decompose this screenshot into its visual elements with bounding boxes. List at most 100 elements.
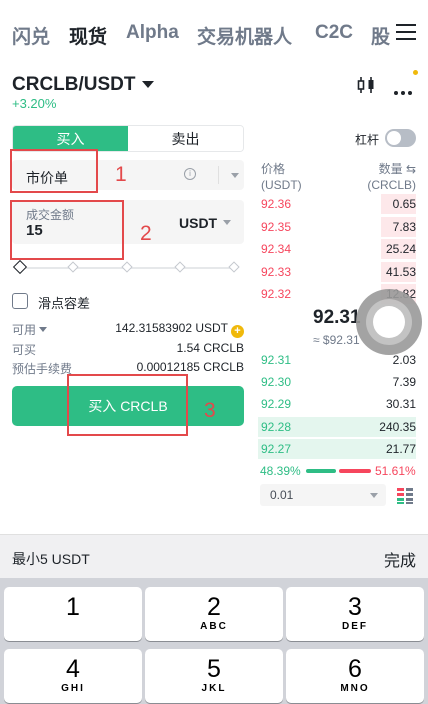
key-1[interactable]: 1 bbox=[4, 587, 142, 641]
ask-price: 92.33 bbox=[261, 265, 292, 279]
amount-unit-select[interactable]: USDT bbox=[179, 215, 217, 231]
price-change: +3.20% bbox=[12, 96, 57, 111]
leverage-toggle[interactable] bbox=[385, 129, 416, 147]
orderbook-layout-icon[interactable] bbox=[396, 487, 414, 505]
ask-row[interactable]: 92.34 25.24 bbox=[258, 239, 416, 259]
bid-qty: 2.03 bbox=[392, 353, 416, 367]
notification-dot bbox=[413, 70, 418, 75]
tab-alpha[interactable]: Alpha bbox=[126, 22, 179, 44]
slider-step[interactable] bbox=[121, 261, 133, 273]
last-price: 92.31 bbox=[313, 307, 361, 328]
buy-ratio: 48.39% bbox=[260, 464, 301, 478]
bid-qty: 7.39 bbox=[392, 375, 416, 389]
top-tab-bar: 闪兑 现货 Alpha 交易机器人 C2C 股 bbox=[0, 0, 428, 64]
can-buy-row: 可买 1.54 CRCLB bbox=[12, 341, 244, 357]
slider-handle[interactable] bbox=[12, 259, 28, 275]
slider-step[interactable] bbox=[67, 261, 79, 273]
bid-qty: 240.35 bbox=[379, 420, 416, 434]
keyboard-toolbar: 最小5 USDT 完成 bbox=[0, 534, 428, 578]
tab-trading-bots[interactable]: 交易机器人 bbox=[197, 22, 292, 49]
buy-sell-switch: 买入 卖出 bbox=[12, 125, 244, 152]
slider-step[interactable] bbox=[174, 261, 186, 273]
annotation-number-1: 1 bbox=[115, 163, 127, 186]
ask-row[interactable]: 92.35 7.83 bbox=[258, 217, 416, 237]
ask-price: 92.35 bbox=[261, 220, 292, 234]
slider-step[interactable] bbox=[228, 261, 240, 273]
amount-unit: USDT bbox=[179, 215, 218, 231]
tab-spot[interactable]: 现货 bbox=[69, 22, 107, 49]
sell-tab[interactable]: 卖出 bbox=[128, 126, 243, 151]
available-value: 142.31583902 USDT + bbox=[115, 321, 244, 338]
can-buy-label: 可买 bbox=[12, 343, 37, 357]
ask-qty: 41.53 bbox=[385, 265, 416, 279]
annotation-number-2: 2 bbox=[140, 222, 152, 245]
floating-assistive-button[interactable] bbox=[356, 289, 422, 355]
quantity-header[interactable]: 数量 ⇆ (CRCLB) bbox=[367, 161, 416, 193]
ask-price: 92.32 bbox=[261, 287, 292, 301]
caret-down-icon bbox=[39, 327, 48, 332]
caret-down-icon bbox=[231, 173, 239, 178]
annotation-box-2 bbox=[10, 200, 124, 260]
tab-convert[interactable]: 闪兑 bbox=[12, 22, 50, 49]
caret-down-icon bbox=[223, 220, 231, 225]
info-icon[interactable]: i bbox=[184, 168, 196, 180]
hamburger-menu-icon[interactable] bbox=[396, 24, 416, 42]
divider bbox=[218, 166, 219, 184]
amount-slider[interactable] bbox=[12, 259, 240, 275]
sell-ratio-bar bbox=[339, 469, 371, 473]
key-4[interactable]: 4 GHI bbox=[4, 649, 142, 703]
ask-qty: 25.24 bbox=[385, 242, 416, 256]
precision-value: 0.01 bbox=[270, 488, 294, 502]
leverage-label: 杠杆 bbox=[355, 133, 380, 147]
bid-price: 92.31 bbox=[261, 353, 292, 367]
annotation-box-3 bbox=[67, 374, 188, 436]
precision-select[interactable]: 0.01 bbox=[260, 484, 386, 506]
bid-row[interactable]: 92.30 7.39 bbox=[258, 372, 416, 392]
slippage-label: 滑点容差 bbox=[38, 296, 91, 311]
slippage-checkbox[interactable] bbox=[12, 293, 28, 309]
bid-price: 92.27 bbox=[261, 442, 292, 456]
bid-row[interactable]: 92.28 240.35 bbox=[258, 417, 416, 437]
fee-label: 预估手续费 bbox=[12, 362, 73, 376]
ask-price: 92.36 bbox=[261, 197, 292, 211]
ask-price: 92.34 bbox=[261, 242, 292, 256]
ask-qty: 0.65 bbox=[392, 197, 416, 211]
bid-row[interactable]: 92.29 30.31 bbox=[258, 394, 416, 414]
ask-row[interactable]: 92.36 0.65 bbox=[258, 194, 416, 214]
bid-price: 92.30 bbox=[261, 375, 292, 389]
bid-price: 92.28 bbox=[261, 420, 292, 434]
pair-symbol: CRCLB/USDT bbox=[12, 74, 136, 95]
numeric-keyboard: 1 2 ABC 3 DEF 4 GHI 5 JKL 6 MNO bbox=[0, 578, 428, 704]
bid-qty: 30.31 bbox=[385, 397, 416, 411]
bid-qty: 21.77 bbox=[385, 442, 416, 456]
available-row: 可用 142.31583902 USDT + bbox=[12, 321, 244, 338]
tab-c2c[interactable]: C2C bbox=[315, 22, 353, 44]
candlestick-chart-icon[interactable] bbox=[356, 75, 376, 95]
annotation-box-1 bbox=[10, 149, 98, 193]
ask-qty: 7.83 bbox=[392, 220, 416, 234]
add-funds-icon[interactable]: + bbox=[231, 325, 244, 338]
tab-stocks[interactable]: 股 bbox=[371, 22, 390, 49]
buy-tab[interactable]: 买入 bbox=[13, 126, 128, 151]
key-6[interactable]: 6 MNO bbox=[286, 649, 424, 703]
bid-row[interactable]: 92.27 21.77 bbox=[258, 439, 416, 459]
more-options-icon[interactable] bbox=[394, 82, 418, 95]
can-buy-value: 1.54 CRCLB bbox=[176, 341, 244, 355]
key-5[interactable]: 5 JKL bbox=[145, 649, 283, 703]
key-3[interactable]: 3 DEF bbox=[286, 587, 424, 641]
bid-price: 92.29 bbox=[261, 397, 292, 411]
annotation-number-3: 3 bbox=[204, 399, 216, 422]
bid-row[interactable]: 92.31 2.03 bbox=[258, 350, 416, 370]
available-label[interactable]: 可用 bbox=[12, 321, 48, 338]
fee-value: 0.00012185 CRCLB bbox=[136, 360, 244, 374]
last-price-usd: ≈ $92.31 bbox=[313, 333, 360, 347]
caret-down-icon bbox=[370, 493, 378, 498]
pair-selector[interactable]: CRCLB/USDT bbox=[12, 74, 154, 96]
caret-down-icon bbox=[141, 81, 154, 89]
minimum-amount-hint: 最小5 USDT bbox=[12, 551, 90, 567]
key-2[interactable]: 2 ABC bbox=[145, 587, 283, 641]
ask-row[interactable]: 92.33 41.53 bbox=[258, 262, 416, 282]
done-button[interactable]: 完成 bbox=[384, 547, 416, 571]
buy-ratio-bar bbox=[306, 469, 336, 473]
price-header: 价格 (USDT) bbox=[261, 162, 302, 192]
